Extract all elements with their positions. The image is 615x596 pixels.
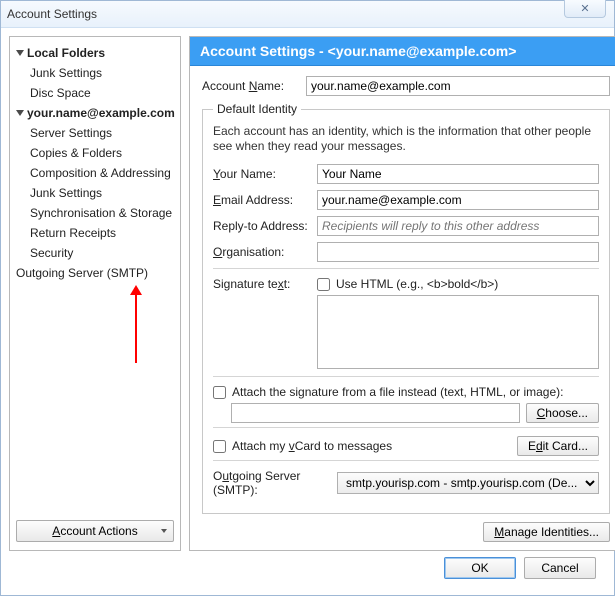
tree-children: Server Settings Copies & Folders Composi…	[28, 123, 176, 263]
use-html-label: Use HTML (e.g., <b>bold</b>)	[336, 277, 498, 291]
main-panel: Account Settings - <your.name@example.co…	[189, 36, 615, 551]
main-header: Account Settings - <your.name@example.co…	[190, 37, 615, 66]
your-name-input[interactable]	[317, 164, 599, 184]
account-name-input[interactable]	[306, 76, 610, 96]
org-label: Organisation:	[213, 245, 309, 259]
group-legend: Default Identity	[213, 102, 301, 116]
account-name-row: Account Name:	[202, 76, 610, 96]
tree-children: Junk Settings Disc Space	[28, 63, 176, 103]
default-identity-group: Default Identity Each account has an ide…	[202, 102, 610, 514]
attach-sig-file-checkbox[interactable]	[213, 386, 226, 399]
sig-file-input[interactable]	[231, 403, 520, 423]
window-title: Account Settings	[7, 7, 97, 21]
tree-item-composition[interactable]: Composition & Addressing	[28, 163, 176, 183]
divider	[213, 427, 599, 428]
identity-description: Each account has an identity, which is t…	[213, 124, 599, 154]
outgoing-server-select[interactable]: smtp.yourisp.com - smtp.yourisp.com (De.…	[337, 472, 599, 494]
email-input[interactable]	[317, 190, 599, 210]
tree-item-disc-space[interactable]: Disc Space	[28, 83, 176, 103]
vcard-row: Attach my vCard to messages Edit Card...	[213, 436, 599, 456]
tree-root-local-folders[interactable]: Local Folders	[14, 43, 176, 63]
email-label: Email Address:	[213, 193, 309, 207]
close-icon: ✕	[580, 2, 589, 15]
choose-button[interactable]: Choose...	[526, 403, 599, 423]
attach-vcard-label: Attach my vCard to messages	[232, 439, 392, 453]
ok-button[interactable]: OK	[444, 557, 516, 579]
your-name-label: Your Name:	[213, 167, 309, 181]
account-actions-button[interactable]: Account Actions	[16, 520, 174, 542]
titlebar: Account Settings ✕	[1, 1, 614, 28]
tree-item-outgoing-smtp[interactable]: Outgoing Server (SMTP)	[14, 263, 176, 283]
replyto-row: Reply-to Address:	[213, 216, 599, 236]
tree-item-security[interactable]: Security	[28, 243, 176, 263]
account-settings-window: Account Settings ✕ Local Folders Junk Se…	[0, 0, 615, 596]
tree-item-return-receipts[interactable]: Return Receipts	[28, 223, 176, 243]
tree-item-sync-storage[interactable]: Synchronisation & Storage	[28, 203, 176, 223]
use-html-checkbox[interactable]	[317, 278, 330, 291]
header-email: <your.name@example.com>	[328, 43, 517, 59]
org-input[interactable]	[317, 242, 599, 262]
outgoing-server-row: Outgoing Server (SMTP): smtp.yourisp.com…	[213, 469, 599, 497]
sig-file-input-row: Choose...	[231, 403, 599, 423]
dialog-body: Local Folders Junk Settings Disc Space y…	[1, 28, 614, 595]
close-button[interactable]: ✕	[564, 0, 606, 18]
attach-sig-file-row: Attach the signature from a file instead…	[213, 385, 599, 399]
cancel-button[interactable]: Cancel	[524, 557, 596, 579]
edit-card-button[interactable]: Edit Card...	[517, 436, 599, 456]
attach-vcard-checkbox[interactable]	[213, 440, 226, 453]
org-row: Organisation:	[213, 242, 599, 262]
manage-identities-button[interactable]: Manage Identities...	[483, 522, 610, 542]
signature-label: Signature text:	[213, 277, 309, 291]
main-body: Account Name: Default Identity Each acco…	[190, 66, 615, 550]
attach-sig-file-label: Attach the signature from a file instead…	[232, 385, 563, 399]
signature-row: Signature text: Use HTML (e.g., <b>bold<…	[213, 277, 599, 372]
outgoing-label: Outgoing Server (SMTP):	[213, 469, 329, 497]
sidebar: Local Folders Junk Settings Disc Space y…	[9, 36, 181, 551]
divider	[213, 268, 599, 269]
tree-item-junk-settings-2[interactable]: Junk Settings	[28, 183, 176, 203]
replyto-input[interactable]	[317, 216, 599, 236]
accounts-tree: Local Folders Junk Settings Disc Space y…	[10, 39, 180, 514]
your-name-row: Your Name:	[213, 164, 599, 184]
tree-item-junk-settings[interactable]: Junk Settings	[28, 63, 176, 83]
divider	[213, 460, 599, 461]
tree-item-copies-folders[interactable]: Copies & Folders	[28, 143, 176, 163]
tree-root-account[interactable]: your.name@example.com	[14, 103, 176, 123]
account-name-label: Account Name:	[202, 79, 298, 93]
tree-label: Local Folders	[27, 44, 105, 62]
panes: Local Folders Junk Settings Disc Space y…	[9, 36, 606, 551]
dialog-footer: OK Cancel	[9, 551, 606, 587]
email-row: Email Address:	[213, 190, 599, 210]
chevron-down-icon	[16, 50, 24, 56]
use-html-row: Use HTML (e.g., <b>bold</b>)	[317, 277, 599, 291]
signature-textarea[interactable]	[317, 295, 599, 369]
replyto-label: Reply-to Address:	[213, 219, 309, 233]
chevron-down-icon	[161, 529, 167, 533]
divider	[213, 376, 599, 377]
button-label: Account Actions	[52, 524, 137, 538]
manage-identities-row: Manage Identities...	[202, 522, 610, 542]
header-prefix: Account Settings -	[200, 43, 324, 59]
tree-label: your.name@example.com	[27, 104, 175, 122]
chevron-down-icon	[16, 110, 24, 116]
tree-item-server-settings[interactable]: Server Settings	[28, 123, 176, 143]
